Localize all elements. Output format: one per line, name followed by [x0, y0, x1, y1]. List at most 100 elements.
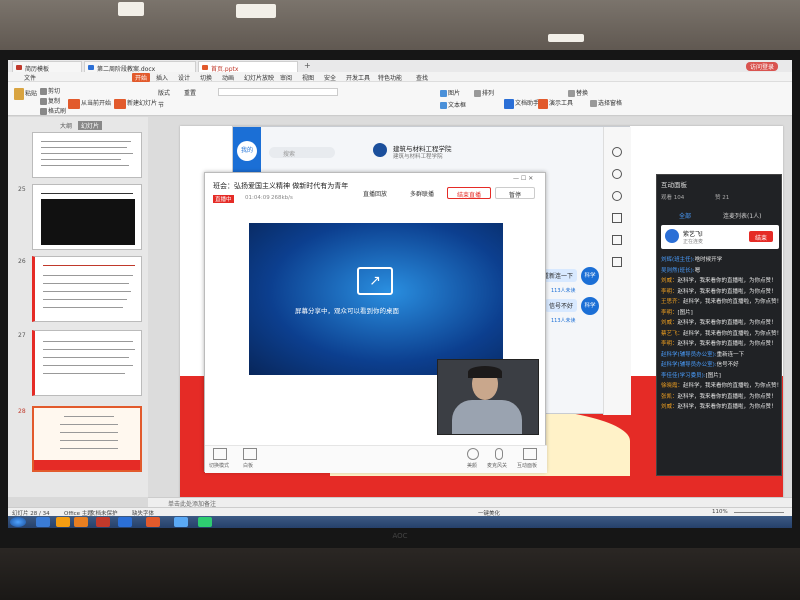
- login-button[interactable]: 访问登录: [746, 62, 779, 71]
- qq-icon[interactable]: [174, 517, 188, 527]
- picture-button[interactable]: 图片: [440, 88, 460, 97]
- wps-presentation-icon[interactable]: [146, 517, 160, 527]
- menu-insert[interactable]: 插入: [156, 73, 168, 82]
- layout-button[interactable]: 版式: [158, 88, 170, 97]
- firefox-icon[interactable]: [74, 517, 88, 527]
- menu-home[interactable]: 开始: [132, 73, 151, 82]
- chat-message: 徐晓霞：赵科学，我来看你的直播啦，为你点赞！: [661, 381, 782, 389]
- slide-thumbnail-26[interactable]: [32, 256, 142, 322]
- from-current-button[interactable]: 从当前开始: [68, 98, 111, 109]
- zoom-slider[interactable]: [734, 512, 784, 513]
- word-icon[interactable]: [118, 517, 132, 527]
- replace-button[interactable]: 替换: [568, 88, 588, 97]
- arrange-button[interactable]: 排列: [474, 88, 494, 97]
- media-icon[interactable]: [96, 517, 110, 527]
- more-icon[interactable]: [612, 147, 622, 157]
- mic-user-card: 紫艺飞l 正在连麦 结束: [661, 225, 779, 249]
- slide-red-band: [34, 460, 140, 470]
- folder-icon[interactable]: [56, 517, 70, 527]
- slide-thumbnail-27[interactable]: [32, 330, 142, 396]
- menu-security[interactable]: 安全: [324, 73, 336, 82]
- video-icon[interactable]: [612, 213, 622, 223]
- clock-icon[interactable]: [612, 191, 622, 201]
- arrange-icon: [474, 90, 481, 97]
- menu-animation[interactable]: 动画: [222, 73, 234, 82]
- chat-message-text: 信号不好: [716, 362, 739, 368]
- tab-outline[interactable]: 大纲: [60, 121, 72, 130]
- replace-icon: [568, 90, 575, 97]
- slide-thumbnail-24[interactable]: [32, 132, 142, 178]
- textbox-button[interactable]: 文本框: [440, 100, 466, 109]
- tab-docx[interactable]: 第二周阶段教案.docx: [84, 61, 196, 73]
- paste-button[interactable]: 粘贴: [14, 88, 37, 100]
- notes-area[interactable]: 单击此处添加备注: [148, 497, 792, 508]
- section-button[interactable]: 节: [158, 100, 164, 109]
- start-button[interactable]: [10, 517, 26, 527]
- pause-button[interactable]: 暂停: [495, 187, 535, 199]
- chat-message-text: 赵科学，我来看你的直播啦，为你点赞！: [677, 393, 777, 400]
- switch-mode-icon[interactable]: [213, 448, 227, 460]
- live-bitrate: 268kb/s: [271, 195, 293, 201]
- end-mic-button[interactable]: 结束: [749, 231, 773, 242]
- system-tray[interactable]: [708, 518, 788, 526]
- user-avatar: [665, 229, 679, 243]
- tab-mic-list[interactable]: 连麦列表(1人): [723, 211, 762, 220]
- app-icon[interactable]: [612, 257, 622, 267]
- chat-icon[interactable]: [612, 235, 622, 245]
- chat-message-text: 嗯: [694, 267, 701, 274]
- member-icon[interactable]: [612, 169, 622, 179]
- doc-helper-button[interactable]: 文档助手: [504, 98, 539, 109]
- camera-preview: [437, 359, 539, 435]
- chat-message: 李明：赵科学，我来看你的直播啦，为你点赞！: [661, 339, 777, 347]
- font-select[interactable]: [218, 88, 338, 96]
- end-live-button[interactable]: 结束直播: [447, 187, 491, 199]
- microphone-icon[interactable]: [495, 448, 503, 460]
- menu-review[interactable]: 审阅: [280, 73, 292, 82]
- menu-design[interactable]: 设计: [178, 73, 190, 82]
- chat-message: 蔡艺飞：赵科学，我来看你的直播啦，为你点赞！: [661, 329, 782, 337]
- interaction-panel-icon[interactable]: [523, 448, 537, 460]
- font-format-buttons[interactable]: [218, 100, 338, 108]
- slide-thumbnail-25[interactable]: [32, 184, 142, 250]
- whiteboard-icon[interactable]: [243, 448, 257, 460]
- menu-file[interactable]: 文件: [24, 73, 36, 82]
- tab-pptx[interactable]: 首页.pptx: [198, 61, 298, 73]
- ceiling-light: [548, 34, 584, 42]
- menu-transition[interactable]: 切换: [200, 73, 212, 82]
- zoom-level[interactable]: 110%: [712, 509, 728, 515]
- menu-devtools[interactable]: 开发工具: [346, 73, 370, 82]
- brush-icon: [40, 108, 47, 115]
- chat-message: 赵科学(辅导员办公室):信号不好: [661, 360, 739, 368]
- menu-view[interactable]: 视图: [302, 73, 314, 82]
- reset-button[interactable]: 重置: [184, 88, 196, 97]
- ppt-icon: [202, 65, 208, 70]
- paragraph-buttons[interactable]: [348, 88, 428, 108]
- copy-button[interactable]: 复制: [40, 96, 60, 105]
- menu-search[interactable]: 查找: [416, 73, 428, 82]
- multi-group-button[interactable]: 多群联播: [403, 187, 441, 198]
- chat-message-sender: 蔡艺飞：: [661, 330, 684, 337]
- ie-icon[interactable]: [36, 517, 50, 527]
- menu-slideshow[interactable]: 幻灯片放映: [244, 73, 274, 82]
- ceiling-light: [236, 4, 276, 18]
- tab-resume[interactable]: 简历模板: [12, 61, 82, 73]
- qq-avatar[interactable]: 我的: [237, 141, 257, 161]
- screen-share-preview: ↗ 屏幕分享中，观众可以看到你的桌面: [249, 223, 503, 375]
- qq-search-input[interactable]: 搜索: [269, 147, 335, 158]
- cut-button[interactable]: 剪切: [40, 86, 60, 95]
- tab-all[interactable]: 全部: [679, 211, 691, 220]
- menu-features[interactable]: 特色功能: [378, 73, 402, 82]
- format-painter-button[interactable]: 格式刷: [40, 106, 66, 115]
- slide-number: 26: [18, 258, 26, 265]
- app-icon[interactable]: [198, 517, 212, 527]
- select-pane-button[interactable]: 选择窗格: [590, 98, 622, 107]
- tab-slides[interactable]: 幻灯片: [78, 121, 103, 130]
- copy-icon: [40, 98, 47, 105]
- new-tab-button[interactable]: +: [304, 61, 311, 70]
- beauty-icon[interactable]: [467, 448, 479, 460]
- new-slide-button[interactable]: 新建幻灯片: [114, 98, 157, 109]
- window-controls[interactable]: — ☐ ✕: [513, 175, 533, 182]
- slide-thumbnail-28[interactable]: [32, 406, 142, 472]
- presentation-tools-button[interactable]: 演示工具: [538, 98, 573, 109]
- replay-button[interactable]: 直播回放: [355, 187, 395, 198]
